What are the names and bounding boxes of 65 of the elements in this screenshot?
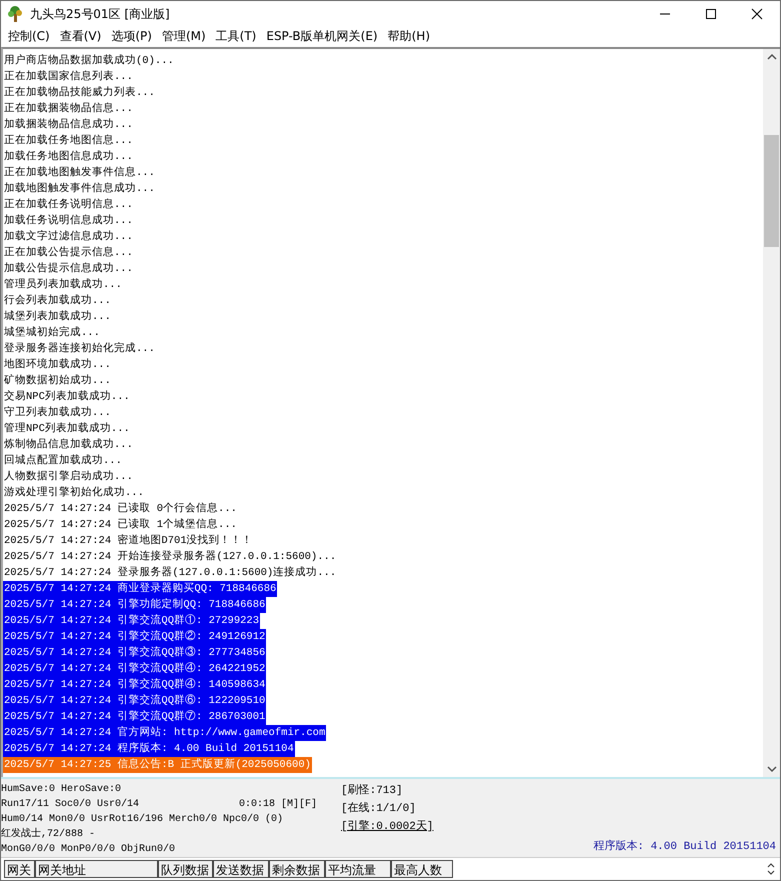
log-line: 加载地图触发事件信息成功... [3, 181, 156, 197]
log-line: 2025/5/7 14:27:24 登录服务器(127.0.0.1:5600)连接成功... [3, 565, 338, 581]
log-line: 用户商店物品数据加载成功(0)... [3, 53, 175, 69]
log-line: 守卫列表加载成功... [3, 405, 112, 421]
menu-item[interactable]: 工具(T) [212, 28, 264, 46]
counter-text: [刷怪:713] [341, 783, 403, 800]
log-line: 城堡城初始完成... [3, 325, 101, 341]
close-icon [751, 8, 763, 20]
log-line: 矿物数据初始成功... [3, 373, 112, 389]
log-line: 管理员列表加载成功... [3, 277, 123, 293]
timer-text: 0:0:18 [239, 798, 276, 812]
log-line: 回城点配置加载成功... [3, 453, 123, 469]
menu-item[interactable]: ESP-B版单机网关(E) [263, 28, 385, 46]
log-line: 加载任务说明信息成功... [3, 213, 134, 229]
log-line: 加载公告提示信息成功... [3, 261, 134, 277]
status-text: 红发战士,72/888 - [1, 827, 96, 842]
log-line: 2025/5/7 14:27:24 开始连接登录服务器(127.0.0.1:5600)... [3, 549, 338, 565]
log-line: 正在加载地图触发事件信息... [3, 165, 156, 181]
status-text: MonG0/0/0 MonP0/0/0 ObjRun0/0 [1, 842, 176, 858]
status-text: Run17/11 Soc0/0 Usr0/14 [1, 798, 140, 812]
flags-text: [M][F] [281, 798, 318, 812]
counter-text: [在线:1/1/0] [341, 801, 416, 818]
menu-item[interactable]: 管理(M) [158, 28, 213, 46]
menu-item[interactable]: 帮助(H) [384, 28, 438, 46]
maximize-icon [705, 8, 717, 20]
column-header[interactable]: 平均流量 [325, 860, 391, 878]
scroll-thumb[interactable] [764, 134, 779, 247]
column-header[interactable]: 网关地址 [35, 860, 158, 878]
column-header[interactable]: 队列数据 [158, 860, 213, 878]
log-line: 加载文字过滤信息成功... [3, 229, 134, 245]
window-title: 九头鸟25号01区 [商业版] [30, 6, 170, 22]
log-line: 2025/5/7 14:27:24 已读取 1个城堡信息... [3, 517, 238, 533]
spin-control[interactable] [766, 862, 776, 876]
log-line: 正在加载公告提示信息... [3, 245, 134, 261]
column-header[interactable]: 网关 [4, 860, 35, 878]
column-header[interactable]: 最高人数 [391, 860, 453, 878]
log-line: 游戏处理引擎初始化成功... [3, 485, 145, 501]
log-line: 城堡列表加载成功... [3, 309, 112, 325]
log-line: 登录服务器连接初始化完成... [3, 341, 156, 357]
log-line: 交易NPC列表加载成功... [3, 389, 131, 405]
counter-link[interactable]: [引擎:0.0002天] [341, 818, 434, 836]
log-line: 加载任务地图信息成功... [3, 149, 134, 165]
column-header[interactable]: 发送数据 [213, 860, 269, 878]
column-header[interactable]: 剩余数据 [269, 860, 325, 878]
log-line: 正在加载国家信息列表... [3, 69, 134, 85]
log-line: 正在加载捆装物品信息... [3, 101, 134, 117]
log-line: 正在加载物品技能威力列表... [3, 85, 156, 101]
menu-item[interactable]: 控制(C) [5, 28, 57, 46]
tree-icon [6, 5, 24, 23]
status-text: HumSave:0 HeroSave:0 [1, 783, 122, 798]
log-line: 地图环境加载成功... [3, 357, 112, 373]
status-text: Hum0/14 Mon0/0 UsrRot16/196 Merch0/0 Npc0/0 (0) [1, 812, 284, 828]
log-line: 正在加载任务地图信息... [3, 133, 134, 149]
log-line: 2025/5/7 14:27:24 密道地图D701没找到！！！ [3, 533, 254, 549]
version-text: 程序版本: 4.00 Build 20151104 [593, 838, 776, 854]
log-line: 行会列表加载成功... [3, 293, 112, 309]
log-line: 人物数据引擎启动成功... [3, 469, 134, 485]
scrollbar[interactable] [763, 48, 780, 778]
menu-item[interactable]: 选项(P) [108, 28, 159, 46]
menu-item[interactable]: 查看(V) [56, 28, 108, 46]
log-line: 管理NPC列表加载成功... [3, 421, 131, 437]
log-line: 正在加载任务说明信息... [3, 197, 134, 213]
log-line: 炼制物品信息加载成功... [3, 437, 134, 453]
log-line: 2025/5/7 14:27:24 已读取 0个行会信息... [3, 501, 238, 517]
log-line: 加载捆装物品信息成功... [3, 117, 134, 133]
